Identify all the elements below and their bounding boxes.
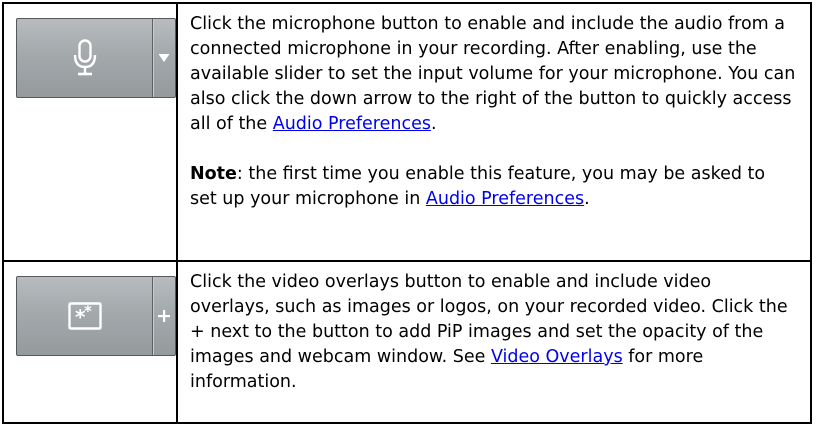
feature-table: Click the microphone button to enable an… bbox=[2, 2, 812, 424]
microphone-toolbar-button bbox=[16, 18, 176, 98]
video-overlays-toolbar-button: * * bbox=[16, 276, 176, 356]
icon-cell bbox=[2, 2, 178, 262]
video-overlays-link[interactable]: Video Overlays bbox=[491, 347, 623, 367]
video-overlays-description: Click the video overlays button to enabl… bbox=[190, 272, 788, 392]
icon-cell: * * bbox=[2, 260, 178, 424]
microphone-dropdown bbox=[153, 19, 175, 97]
plus-icon bbox=[158, 310, 170, 322]
microphone-button-face bbox=[17, 19, 152, 97]
note-label: Note bbox=[190, 164, 237, 184]
video-overlay-icon: * * bbox=[67, 302, 102, 330]
description-cell: Click the video overlays button to enabl… bbox=[176, 260, 812, 424]
microphone-note: Note: the first time you enable this fea… bbox=[190, 164, 766, 209]
audio-preferences-link[interactable]: Audio Preferences bbox=[273, 114, 431, 134]
video-overlays-add bbox=[153, 277, 175, 355]
video-overlays-button-face: * * bbox=[17, 277, 152, 355]
description-cell: Click the microphone button to enable an… bbox=[176, 2, 812, 262]
microphone-icon bbox=[73, 39, 96, 76]
microphone-description: Click the microphone button to enable an… bbox=[190, 14, 796, 134]
audio-preferences-link[interactable]: Audio Preferences bbox=[426, 189, 584, 209]
dropdown-arrow-icon bbox=[158, 54, 170, 62]
svg-text:*: * bbox=[84, 302, 92, 320]
table-row: Click the microphone button to enable an… bbox=[2, 2, 812, 262]
table-row: * * Click the video overlays button to e… bbox=[2, 260, 812, 424]
